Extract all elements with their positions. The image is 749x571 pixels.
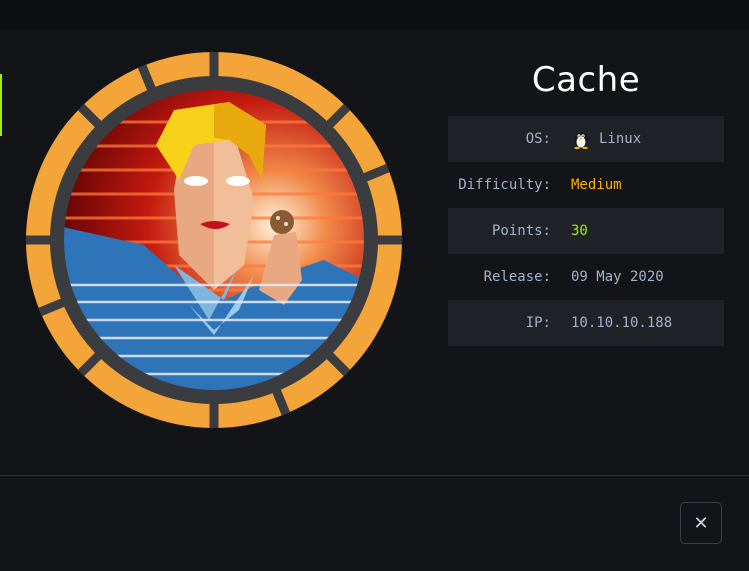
active-edge-accent xyxy=(0,74,2,136)
os-label: OS: xyxy=(525,131,551,147)
difficulty-label: Difficulty: xyxy=(458,177,551,193)
close-button[interactable]: ✕ xyxy=(680,502,722,544)
machine-name: Cache xyxy=(531,60,641,100)
release-label: Release: xyxy=(483,269,551,285)
cache-machine-avatar xyxy=(26,52,402,428)
difficulty-value: Medium xyxy=(571,177,622,193)
info-row-ip: IP: 10.10.10.188 xyxy=(448,300,724,346)
ip-value[interactable]: 10.10.10.188 xyxy=(571,315,724,331)
ip-label: IP: xyxy=(525,315,551,331)
info-row-os: OS: Linux xyxy=(448,116,724,162)
points-label: Points: xyxy=(491,223,551,239)
info-row-difficulty: Difficulty: Medium xyxy=(448,162,724,208)
machine-info-table: OS: Linux Difficulty: Medium Points: 30 … xyxy=(448,116,724,346)
footer-divider xyxy=(0,475,749,476)
info-row-release: Release: 09 May 2020 xyxy=(448,254,724,300)
info-row-points: Points: 30 xyxy=(448,208,724,254)
release-value: 09 May 2020 xyxy=(571,269,664,285)
os-value-wrap: Linux xyxy=(571,129,724,150)
top-strip xyxy=(0,0,749,30)
points-value: 30 xyxy=(571,223,588,239)
close-icon: ✕ xyxy=(693,512,709,534)
os-value: Linux xyxy=(599,131,642,147)
linux-tux-icon xyxy=(571,129,591,150)
machine-avatar xyxy=(24,50,404,430)
